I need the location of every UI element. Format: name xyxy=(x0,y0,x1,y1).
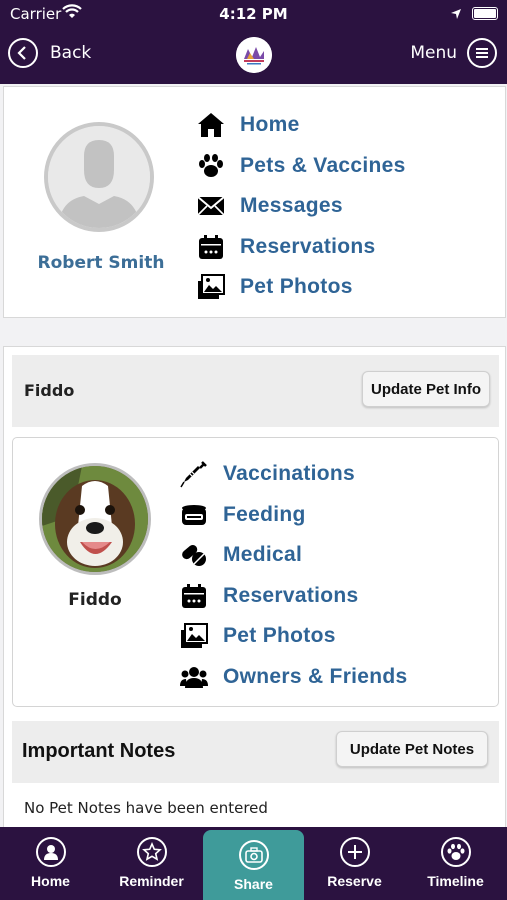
pet-header: Fiddo Update Pet Info xyxy=(12,355,499,427)
app-logo xyxy=(236,37,272,73)
tab-reserve[interactable]: Reserve xyxy=(304,827,405,900)
owner-avatar xyxy=(44,122,154,232)
location-icon xyxy=(450,6,462,24)
star-icon xyxy=(136,837,167,867)
users-icon xyxy=(179,663,209,691)
owner-menu-pets-vaccines[interactable]: Pets & Vaccines xyxy=(196,146,406,187)
pet-card: Fiddo Vaccinations Feeding Medical Reser… xyxy=(12,437,499,707)
tab-timeline[interactable]: Timeline xyxy=(405,827,506,900)
tab-label: Share xyxy=(234,876,273,892)
pet-menu-label: Feeding xyxy=(223,502,306,526)
tab-label: Reminder xyxy=(119,873,184,889)
tab-reminder[interactable]: Reminder xyxy=(101,827,202,900)
top-bar: Carrier 4:12 PM Back Menu xyxy=(0,0,507,84)
pet-section: Fiddo Update Pet Info Fiddo Vaccinations… xyxy=(3,346,506,836)
photos-icon xyxy=(179,622,209,650)
battery-icon xyxy=(472,7,498,20)
clock: 4:12 PM xyxy=(219,5,288,23)
owner-menu-messages[interactable]: Messages xyxy=(196,186,406,227)
pet-menu-owners-friends[interactable]: Owners & Friends xyxy=(179,657,408,698)
plus-icon xyxy=(339,837,370,867)
status-bar: Carrier 4:12 PM xyxy=(0,0,507,28)
pills-icon xyxy=(179,541,209,569)
pet-menu-label: Reservations xyxy=(223,583,359,607)
menu-label: Menu xyxy=(410,43,457,63)
user-icon xyxy=(35,837,66,867)
pet-menu: Vaccinations Feeding Medical Reservation… xyxy=(179,454,408,697)
hamburger-icon xyxy=(467,38,497,68)
camera-icon xyxy=(238,840,269,870)
owner-card: Robert Smith Home Pets & Vaccines Messag… xyxy=(3,86,506,318)
pet-menu-label: Vaccinations xyxy=(223,462,355,486)
back-label: Back xyxy=(50,43,92,63)
notes-title: Important Notes xyxy=(22,740,176,762)
bottom-tab-bar: Home Reminder Share Reserve Timeline xyxy=(0,827,507,900)
pet-avatar-name: Fiddo xyxy=(68,590,122,610)
owner-menu-pet-photos[interactable]: Pet Photos xyxy=(196,267,406,308)
pet-avatar[interactable] xyxy=(39,463,151,575)
paw-icon xyxy=(440,837,471,867)
update-pet-info-button[interactable]: Update Pet Info xyxy=(362,371,490,407)
pet-menu-label: Owners & Friends xyxy=(223,664,408,688)
tab-share[interactable]: Share xyxy=(203,830,304,900)
chevron-left-icon xyxy=(8,38,38,68)
food-bowl-icon xyxy=(179,501,209,529)
owner-menu-label: Home xyxy=(240,113,300,137)
owner-menu-label: Pets & Vaccines xyxy=(240,153,406,177)
pet-menu-label: Medical xyxy=(223,543,303,567)
tab-label: Timeline xyxy=(427,873,484,889)
paw-icon xyxy=(196,152,226,180)
owner-name: Robert Smith xyxy=(37,253,165,273)
tab-label: Home xyxy=(31,873,70,889)
notes-header: Important Notes Update Pet Notes xyxy=(12,721,499,783)
pet-header-name: Fiddo xyxy=(24,381,75,400)
calendar-icon xyxy=(196,233,226,261)
pet-menu-label: Pet Photos xyxy=(223,624,336,648)
update-pet-notes-button[interactable]: Update Pet Notes xyxy=(336,731,488,767)
menu-button[interactable]: Menu xyxy=(410,38,497,68)
pet-menu-reservations[interactable]: Reservations xyxy=(179,576,408,617)
calendar-icon xyxy=(179,582,209,610)
back-button[interactable]: Back xyxy=(8,38,91,68)
tab-home[interactable]: Home xyxy=(0,827,101,900)
owner-menu-reservations[interactable]: Reservations xyxy=(196,227,406,268)
owner-menu-label: Reservations xyxy=(240,234,376,258)
owner-menu-label: Pet Photos xyxy=(240,275,353,299)
pet-menu-vaccinations[interactable]: Vaccinations xyxy=(179,454,408,495)
owner-menu-home[interactable]: Home xyxy=(196,105,406,146)
home-icon xyxy=(196,111,226,139)
photos-icon xyxy=(196,273,226,301)
tab-label: Reserve xyxy=(327,873,382,889)
syringe-icon xyxy=(179,460,209,488)
pet-menu-pet-photos[interactable]: Pet Photos xyxy=(179,616,408,657)
notes-empty-text: No Pet Notes have been entered xyxy=(24,799,268,817)
pet-menu-medical[interactable]: Medical xyxy=(179,535,408,576)
owner-menu-label: Messages xyxy=(240,194,343,218)
pet-menu-feeding[interactable]: Feeding xyxy=(179,495,408,536)
envelope-icon xyxy=(196,192,226,220)
owner-menu: Home Pets & Vaccines Messages Reservatio… xyxy=(196,105,406,308)
